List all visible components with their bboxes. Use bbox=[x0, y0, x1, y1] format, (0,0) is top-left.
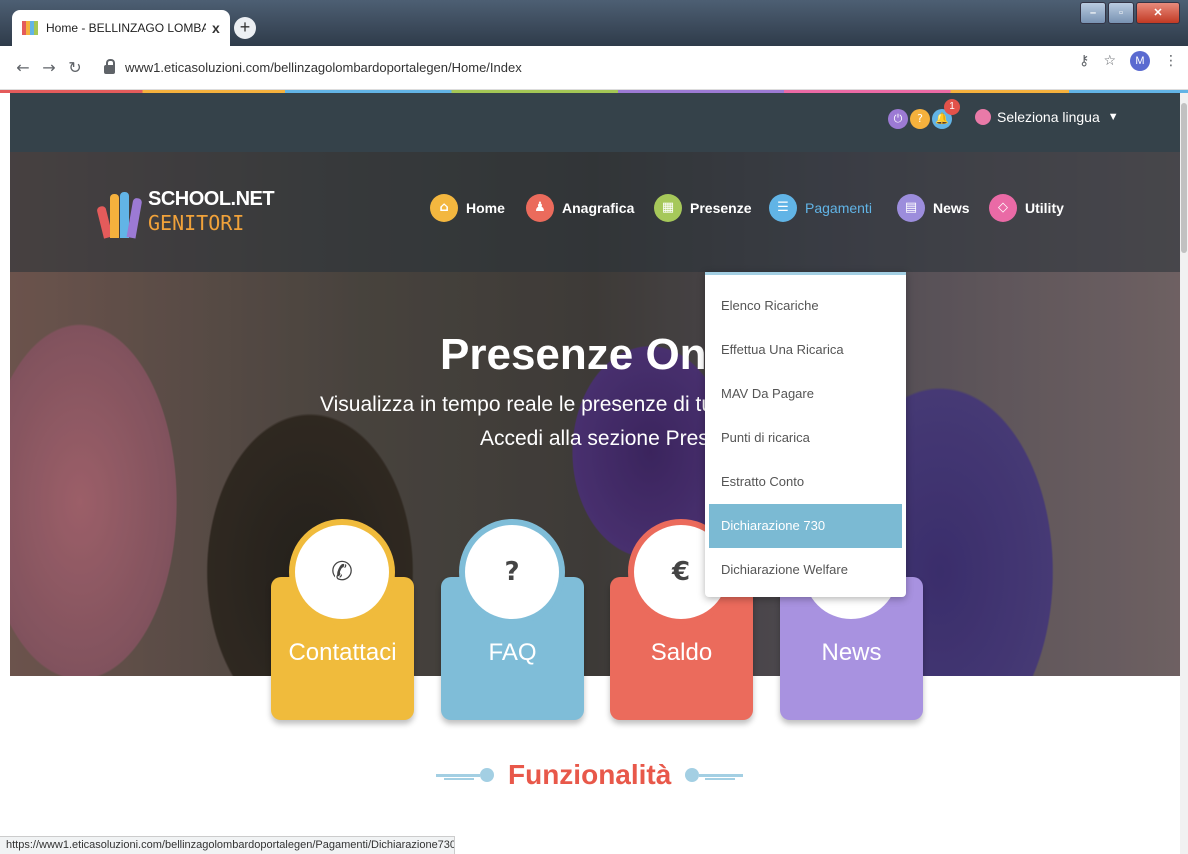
globe-icon bbox=[975, 109, 991, 125]
divider-line bbox=[436, 773, 480, 780]
more-menu-icon[interactable]: ⋮ bbox=[1164, 53, 1178, 69]
scrollbar-thumb[interactable] bbox=[1181, 103, 1187, 253]
forward-icon[interactable]: → bbox=[36, 58, 62, 77]
nav-pagamenti[interactable]: ☰ Pagamenti bbox=[769, 194, 872, 222]
address-bar[interactable]: www1.eticasoluzioni.com/bellinzagolombar… bbox=[96, 53, 1126, 83]
code-icon: ◇ bbox=[989, 194, 1017, 222]
dropdown-item-estratto-conto[interactable]: Estratto Conto bbox=[705, 460, 906, 504]
site-favicon-icon bbox=[22, 20, 38, 36]
tab-close-icon[interactable]: x bbox=[212, 20, 220, 36]
tab-title: Home - BELLINZAGO LOMBARDO bbox=[46, 21, 206, 35]
browser-tab[interactable]: Home - BELLINZAGO LOMBARDO x bbox=[12, 10, 230, 46]
nav-pagamenti-label: Pagamenti bbox=[805, 200, 872, 216]
card-saldo[interactable]: € Saldo bbox=[610, 519, 753, 720]
nav-presenze-label: Presenze bbox=[690, 200, 752, 216]
new-tab-button[interactable]: + bbox=[234, 17, 256, 39]
toolbar-actions: ⚷ ☆ M ⋮ bbox=[1079, 51, 1178, 71]
divider-line bbox=[699, 773, 744, 780]
nav-utility-label: Utility bbox=[1025, 200, 1064, 216]
card-contattaci[interactable]: ✆ Contattaci bbox=[271, 519, 414, 720]
phone-icon: ✆ bbox=[295, 525, 389, 619]
maximize-button[interactable]: ▫ bbox=[1108, 2, 1134, 24]
profile-avatar[interactable]: M bbox=[1130, 51, 1150, 71]
browser-toolbar: ← → ↻ www1.eticasoluzioni.com/bellinzago… bbox=[0, 46, 1188, 90]
power-icon[interactable]: ⏻ bbox=[888, 109, 908, 129]
nav-home-label: Home bbox=[466, 200, 505, 216]
question-icon: ? bbox=[465, 525, 559, 619]
hero-subtitle-1: Visualizza in tempo reale le presenze di… bbox=[320, 393, 763, 416]
back-icon[interactable]: ← bbox=[10, 58, 36, 77]
card-label: FAQ bbox=[488, 639, 537, 666]
page-scrollbar[interactable] bbox=[1180, 93, 1188, 854]
language-label: Seleziona lingua bbox=[997, 109, 1100, 125]
nav-anagrafica-label: Anagrafica bbox=[562, 200, 635, 216]
newspaper-icon: ▤ bbox=[897, 194, 925, 222]
pagamenti-dropdown: Elenco Ricariche Effettua Una Ricarica M… bbox=[705, 272, 906, 597]
card-news[interactable]: ▤ News bbox=[780, 519, 923, 720]
user-icon: ♟ bbox=[526, 194, 554, 222]
dropdown-item-dichiarazione-730[interactable]: Dichiarazione 730 bbox=[709, 504, 902, 548]
logo-line2: GENITORI bbox=[148, 211, 245, 235]
star-icon[interactable]: ☆ bbox=[1103, 53, 1116, 69]
calendar-icon: ▦ bbox=[654, 194, 682, 222]
divider-dot bbox=[685, 768, 700, 782]
site-logo[interactable]: SCHOOL.NET GENITORI bbox=[96, 186, 275, 242]
address-url[interactable]: www1.eticasoluzioni.com/bellinzagolombar… bbox=[125, 60, 522, 75]
status-bar-url: https://www1.eticasoluzioni.com/bellinza… bbox=[0, 836, 455, 854]
window-controls: – ▫ ✕ bbox=[1080, 2, 1180, 24]
dropdown-item-mav-da-pagare[interactable]: MAV Da Pagare bbox=[705, 372, 906, 416]
help-icon[interactable]: ? bbox=[910, 109, 930, 129]
hand-logo-icon bbox=[96, 190, 144, 239]
dropdown-item-elenco-ricariche[interactable]: Elenco Ricariche bbox=[705, 284, 906, 328]
house-icon: ⌂ bbox=[430, 194, 458, 222]
dropdown-item-punti-ricarica[interactable]: Punti di ricarica bbox=[705, 416, 906, 460]
list-icon: ☰ bbox=[769, 194, 797, 222]
nav-news-label: News bbox=[933, 200, 970, 216]
close-window-button[interactable]: ✕ bbox=[1136, 2, 1180, 24]
divider-dot bbox=[480, 768, 494, 782]
card-label: Saldo bbox=[650, 639, 713, 666]
nav-presenze[interactable]: ▦ Presenze bbox=[654, 194, 751, 222]
section-heading: Funzionalità bbox=[436, 755, 756, 795]
dropdown-item-effettua-ricarica[interactable]: Effettua Una Ricarica bbox=[705, 328, 906, 372]
minimize-button[interactable]: – bbox=[1080, 2, 1106, 24]
card-label: News bbox=[821, 639, 882, 666]
nav-anagrafica[interactable]: ♟ Anagrafica bbox=[526, 194, 634, 222]
card-label: Contattaci bbox=[288, 639, 397, 666]
language-selector[interactable]: Seleziona lingua ▼ bbox=[975, 109, 1119, 125]
nav-news[interactable]: ▤ News bbox=[897, 194, 970, 222]
nav-utility[interactable]: ◇ Utility bbox=[989, 194, 1064, 222]
key-icon[interactable]: ⚷ bbox=[1079, 53, 1089, 69]
reload-icon[interactable]: ↻ bbox=[62, 58, 88, 77]
section-title: Funzionalità bbox=[508, 759, 672, 790]
nav-home[interactable]: ⌂ Home bbox=[430, 194, 505, 222]
lock-icon bbox=[104, 59, 115, 74]
notification-badge: 1 bbox=[944, 99, 960, 115]
dropdown-item-dichiarazione-welfare[interactable]: Dichiarazione Welfare bbox=[705, 548, 906, 592]
chevron-down-icon: ▼ bbox=[1107, 111, 1119, 123]
card-faq[interactable]: ? FAQ bbox=[441, 519, 584, 720]
logo-line1: SCHOOL.NET bbox=[148, 188, 275, 210]
